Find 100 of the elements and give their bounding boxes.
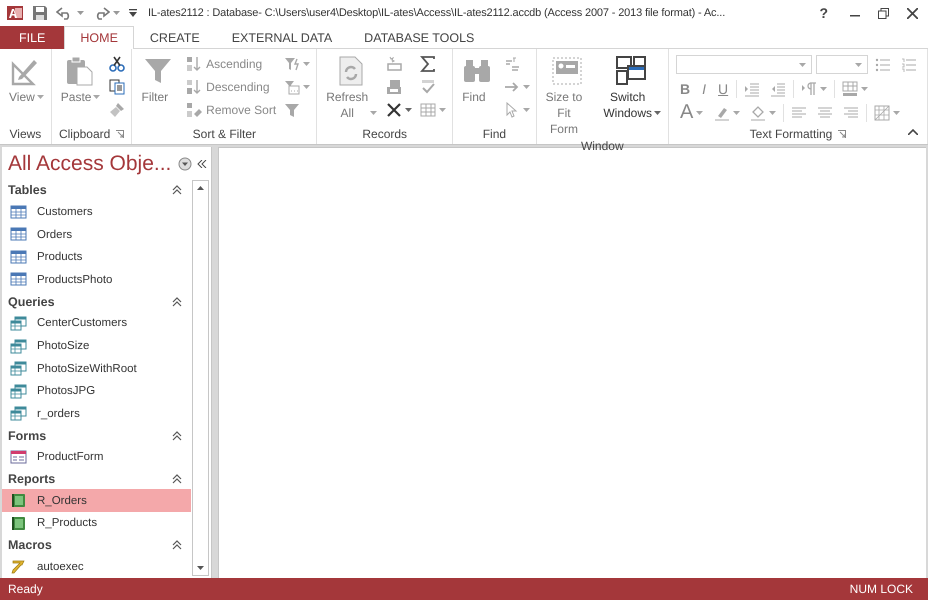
navigation-item[interactable]: ProductForm (2, 446, 191, 469)
caret-icon (769, 110, 776, 114)
query-object-icon (10, 361, 27, 376)
gridlines-icon (842, 80, 858, 96)
navigation-item[interactable]: Customers (2, 200, 191, 224)
app-icon[interactable] (6, 4, 24, 22)
group-label: Text Formatting (750, 127, 832, 141)
scrollbar[interactable] (192, 180, 209, 576)
chevron-double-icon[interactable] (172, 185, 182, 196)
alternate-row-icon (874, 104, 890, 120)
table-object-icon (10, 250, 27, 265)
remove-sort-icon (186, 102, 202, 118)
group-label: Views (10, 127, 42, 141)
caret-icon (113, 11, 120, 15)
group-header[interactable]: Queries (8, 294, 55, 309)
caret-icon (439, 108, 446, 112)
close-icon[interactable] (907, 8, 918, 18)
navigation-item[interactable]: autoexec (2, 555, 191, 578)
caret-icon (522, 108, 530, 112)
paragraph-direction-icon (801, 80, 818, 96)
group-label: Sort & Filter (192, 127, 256, 141)
collapse-pane-icon[interactable] (197, 160, 207, 168)
num-lock-indicator: NUM LOCK (850, 582, 913, 596)
group-header[interactable]: Reports (8, 472, 56, 486)
table-object-icon (10, 204, 27, 220)
window-title: IL-ates2112 : Database- C:\Users\user4\Desktop\IL-ates\Access\IL-ates2112.accdb (Access 2007 - 2013 file format) - Ac... (148, 7, 726, 19)
dialog-launcher-icon[interactable] (838, 130, 846, 138)
group-label: Records (362, 127, 408, 141)
navigation-item[interactable]: Products (2, 246, 191, 269)
ribbon-tab[interactable]: DATABASE TOOLS (348, 26, 490, 49)
file-tab[interactable]: FILE (0, 26, 64, 49)
filter-selection-icon (284, 56, 300, 72)
bullet-list-icon (875, 56, 891, 72)
ribbon-tab[interactable]: HOME (64, 26, 134, 49)
caret-icon (861, 86, 868, 90)
new-record-icon (386, 56, 402, 72)
help-button[interactable]: ? (815, 5, 832, 21)
query-object-icon (10, 316, 27, 331)
caret-icon (370, 111, 378, 115)
sort-ascending-icon (186, 56, 202, 72)
navigation-item[interactable]: R_Products (2, 512, 191, 535)
chevron-double-icon[interactable] (172, 296, 182, 307)
navigation-pane-title[interactable]: All Access Obje... (8, 152, 173, 176)
group-header[interactable]: Tables (8, 183, 47, 198)
navigation-item[interactable]: Orders (2, 223, 191, 246)
chevron-double-icon[interactable] (172, 474, 182, 484)
navigation-item[interactable]: PhotoSizeWithRoot (2, 357, 191, 380)
caret-icon (893, 110, 900, 114)
replace-icon (504, 56, 520, 72)
group-header[interactable]: Forms (8, 428, 46, 443)
fill-bucket-icon (750, 104, 766, 120)
caret-icon (36, 95, 44, 99)
status-text: Ready (8, 582, 43, 596)
collapse-ribbon-icon[interactable] (908, 129, 918, 135)
caret-icon (855, 62, 862, 66)
sort-descending-icon (186, 79, 202, 95)
caret-icon (733, 110, 740, 114)
navigation-item[interactable]: R_Orders (2, 489, 191, 512)
group-header[interactable]: Macros (8, 538, 52, 552)
scissors-icon (109, 56, 126, 72)
query-object-icon (10, 406, 27, 422)
align-center-icon (817, 104, 834, 120)
chevron-double-icon[interactable] (172, 430, 182, 441)
numbered-list-icon (901, 56, 917, 72)
navigation-item[interactable]: PhotoSize (2, 334, 191, 358)
spelling-check-icon (420, 79, 436, 95)
pointer-icon (504, 102, 520, 118)
dialog-launcher-icon[interactable] (116, 130, 124, 138)
ribbon-tab[interactable]: CREATE (134, 26, 216, 49)
table-object-icon (10, 227, 27, 242)
navigation-item[interactable]: CenterCustomers (2, 312, 191, 335)
report-object-icon (10, 516, 27, 531)
outdent-icon (770, 80, 786, 96)
navigation-item[interactable]: r_orders (2, 402, 191, 426)
navigation-item[interactable]: PhotosJPG (2, 380, 191, 403)
ribbon-button[interactable]: Switch Windows (597, 53, 665, 123)
table-object-icon (10, 272, 27, 288)
group-label: Window (580, 139, 624, 153)
caret-icon (696, 110, 704, 114)
align-left-icon (791, 104, 808, 120)
navigation-item[interactable]: ProductsPhoto (2, 268, 191, 292)
caret-icon (405, 108, 412, 112)
align-right-icon (843, 104, 860, 120)
caret-icon (303, 85, 310, 89)
delete-icon (386, 102, 402, 118)
ribbon-tab[interactable]: EXTERNAL DATA (216, 26, 348, 49)
query-object-icon (10, 384, 27, 399)
group-label: Find (482, 127, 506, 141)
report-object-icon (10, 493, 27, 508)
customize-icon[interactable] (128, 8, 138, 18)
indent-icon (744, 80, 760, 96)
save-icon[interactable] (32, 5, 48, 21)
caret-icon (820, 86, 828, 90)
caret-icon (654, 111, 661, 115)
size-to-fit-icon (551, 55, 584, 87)
chevron-double-icon[interactable] (172, 540, 182, 550)
restore-icon[interactable] (878, 8, 889, 18)
dropdown-circle-icon[interactable] (178, 156, 192, 170)
group-label: Clipboard (58, 127, 110, 141)
caret-icon (93, 95, 100, 99)
